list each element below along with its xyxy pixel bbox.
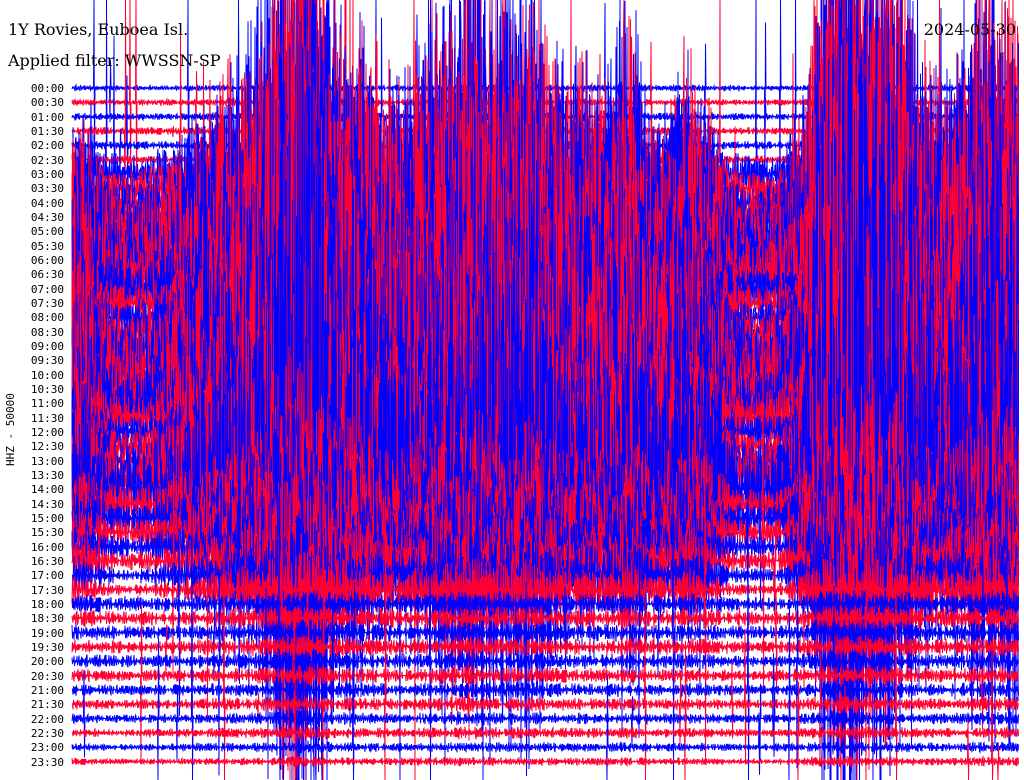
row-time-label: 19:30 (30, 640, 64, 654)
row-time-label: 00:30 (30, 96, 64, 110)
row-time-label: 16:00 (30, 540, 64, 554)
row-time-label: 13:30 (30, 468, 64, 482)
row-time-label: 01:00 (30, 110, 64, 124)
row-time-label: 06:00 (30, 253, 64, 267)
row-time-label: 22:00 (30, 712, 64, 726)
row-time-label: 22:30 (30, 726, 64, 740)
row-time-label: 20:00 (30, 655, 64, 669)
row-time-label: 02:00 (30, 139, 64, 153)
row-time-label: 15:30 (30, 526, 64, 540)
row-time-label: 14:00 (30, 483, 64, 497)
row-time-label: 12:30 (30, 440, 64, 454)
row-time-label: 00:00 (30, 82, 64, 95)
row-time-label: 15:00 (30, 511, 64, 525)
row-time-label: 08:00 (30, 311, 64, 325)
row-time-label: 07:30 (30, 296, 64, 310)
row-time-label: 17:00 (30, 569, 64, 583)
row-time-label: 23:00 (30, 741, 64, 755)
row-time-label: 10:00 (30, 368, 64, 382)
row-time-label: 14:30 (30, 497, 64, 511)
row-time-label: 18:30 (30, 612, 64, 626)
helicorder-plot (71, 0, 1019, 780)
row-time-label: 03:30 (30, 182, 64, 196)
row-time-label: 12:00 (30, 425, 64, 439)
row-time-label: 19:00 (30, 626, 64, 640)
row-time-label: 09:30 (30, 354, 64, 368)
station-title: 1Y Rovies, Euboea Isl. (8, 20, 189, 39)
row-time-label: 06:30 (30, 268, 64, 282)
row-time-label: 01:30 (30, 124, 64, 138)
row-time-label: 21:30 (30, 698, 64, 712)
row-time-label: 13:00 (30, 454, 64, 468)
row-time-label: 04:00 (30, 196, 64, 210)
date-label: 2024-05-30 (923, 20, 1016, 39)
row-time-label: 05:30 (30, 239, 64, 253)
row-time-label: 02:30 (30, 153, 64, 167)
row-time-label: 07:00 (30, 282, 64, 296)
filter-label: Applied filter: WWSSN-SP (8, 51, 221, 70)
row-time-label: 20:30 (30, 669, 64, 683)
row-time-label: 09:00 (30, 339, 64, 353)
row-time-label: 11:30 (30, 411, 64, 425)
row-time-label: 23:30 (30, 755, 64, 769)
row-time-label: 17:30 (30, 583, 64, 597)
row-time-label: 11:00 (30, 397, 64, 411)
y-axis-label: HHZ - 50000 (4, 393, 17, 466)
row-time-label: 18:00 (30, 597, 64, 611)
row-time-label: 03:00 (30, 167, 64, 181)
row-time-label: 21:00 (30, 683, 64, 697)
row-time-label: 08:30 (30, 325, 64, 339)
row-time-label: 04:30 (30, 210, 64, 224)
row-time-label: 10:30 (30, 382, 64, 396)
row-time-label: 16:30 (30, 554, 64, 568)
row-time-label: 05:00 (30, 225, 64, 239)
